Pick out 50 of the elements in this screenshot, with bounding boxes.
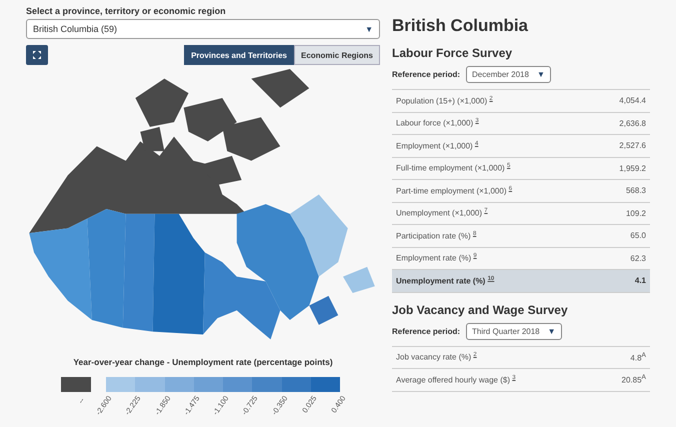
- footnote-link[interactable]: 2: [473, 352, 477, 358]
- field-label: Select a province, territory or economic region: [26, 6, 227, 18]
- footnote-link[interactable]: 7: [484, 208, 488, 214]
- dropdown-arrow-icon: ▼: [548, 326, 556, 336]
- row-value: 568.3: [626, 186, 646, 196]
- row-label: Employment rate (%): [396, 254, 472, 264]
- footnote-link[interactable]: 3: [512, 374, 516, 381]
- footnote-link[interactable]: 3: [475, 118, 479, 124]
- row-label: Unemployment rate (%): [396, 276, 486, 286]
- footnote-link[interactable]: 4: [474, 140, 478, 147]
- footnote-link[interactable]: 2: [489, 96, 493, 102]
- footnote-link[interactable]: 9: [473, 253, 477, 260]
- legend-title: Year-over-year change - Unemployment rate (percentage points): [72, 357, 334, 367]
- footnote-link[interactable]: 5: [506, 163, 510, 170]
- row-value: 2,527.6: [619, 141, 646, 150]
- row-value: 4.8$^{A}$: [630, 352, 646, 363]
- footnote-link[interactable]: 6: [508, 186, 512, 192]
- survey-title: Job Vacancy and Wage Survey: [392, 302, 569, 316]
- row-label: Unemployment (×1,000): [396, 209, 482, 218]
- row-value: 109.2: [626, 208, 646, 218]
- dropdown-arrow-icon: ▼: [365, 24, 373, 34]
- dropdown-arrow-icon: ▼: [536, 70, 545, 79]
- period-label: Reference period:: [392, 326, 460, 336]
- period-select[interactable]: December 2018 ▼: [466, 66, 551, 83]
- footnote-link[interactable]: 10: [488, 276, 494, 282]
- row-label: Population (15+) (×1,000): [396, 96, 488, 106]
- row-value: 4,054.4: [619, 96, 646, 106]
- row-label: Average offered hourly wage ($): [396, 376, 510, 385]
- row-value: 20.85$^{A}$: [622, 374, 646, 386]
- fullscreen-button[interactable]: [26, 45, 48, 65]
- row-label: Labour force (×1,000): [396, 119, 474, 128]
- view-tab[interactable]: Economic Regions: [294, 45, 380, 65]
- view-tab[interactable]: Provinces and Territories: [184, 45, 294, 65]
- row-label: Employment (×1,000): [396, 142, 473, 151]
- period-label: Reference period:: [392, 70, 460, 79]
- row-label: Part-time employment (×1,000): [396, 186, 506, 196]
- survey-title: Labour Force Survey: [392, 46, 514, 60]
- row-value: 1,959.2: [619, 164, 646, 173]
- row-label: Participation rate (%): [396, 232, 471, 241]
- row-value: 65.0: [630, 231, 646, 240]
- footnote-link[interactable]: 8: [472, 230, 476, 237]
- region-title: British Columbia: [392, 16, 530, 36]
- fullscreen-icon: [32, 50, 42, 60]
- row-label: Full-time employment (×1,000): [396, 164, 505, 174]
- period-select[interactable]: Third Quarter 2018 ▼: [466, 322, 562, 340]
- row-value: 4.1: [634, 276, 646, 286]
- row-value: 2,636.8: [619, 118, 646, 128]
- region-select[interactable]: British Columbia (59) ▼: [26, 19, 380, 39]
- row-label: Job vacancy rate (%): [396, 353, 472, 362]
- row-value: 62.3: [630, 254, 646, 263]
